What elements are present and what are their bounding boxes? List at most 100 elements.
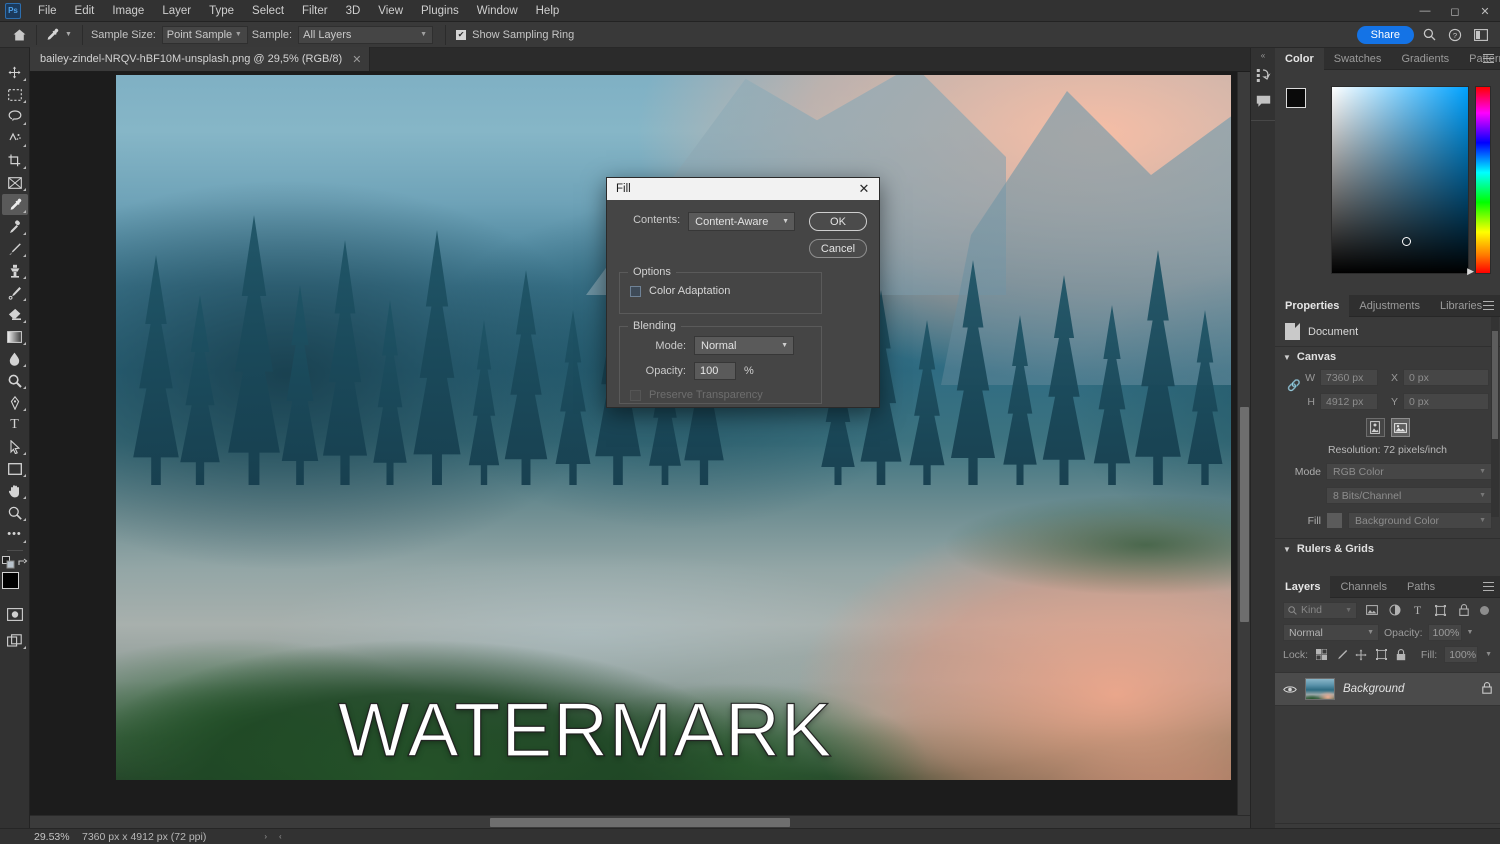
layer-name[interactable]: Background xyxy=(1343,683,1474,695)
move-tool[interactable] xyxy=(2,62,28,83)
history-brush-tool[interactable] xyxy=(2,282,28,303)
share-button[interactable]: Share xyxy=(1357,26,1414,44)
quick-mask-icon[interactable] xyxy=(2,604,28,625)
dodge-tool[interactable] xyxy=(2,370,28,391)
landscape-orientation-icon[interactable] xyxy=(1391,418,1410,437)
expand-panels-icon[interactable]: « xyxy=(1251,48,1275,62)
opacity-input[interactable]: 100 xyxy=(694,362,736,380)
swap-colors-icon[interactable] xyxy=(18,558,28,568)
rectangular-marquee-tool[interactable] xyxy=(2,84,28,105)
rulers-grids-section-header[interactable]: ▼ Rulers & Grids xyxy=(1275,538,1500,559)
shape-filter-icon[interactable] xyxy=(1432,602,1449,619)
tab-adjustments[interactable]: Adjustments xyxy=(1349,295,1430,317)
close-icon[interactable]: ✕ xyxy=(352,53,361,66)
hue-slider-handle[interactable]: ▶ xyxy=(1467,266,1474,277)
color-swatches[interactable] xyxy=(2,572,28,598)
status-expand-icon[interactable]: › xyxy=(264,832,267,841)
fill-dialog[interactable]: Fill ✕ Contents: Content-Aware ▼ OK Canc… xyxy=(606,177,880,408)
width-input[interactable]: 7360 px xyxy=(1320,369,1378,386)
menu-plugins[interactable]: Plugins xyxy=(412,2,468,20)
cancel-button[interactable]: Cancel xyxy=(809,239,867,258)
eyedropper-icon[interactable] xyxy=(41,24,63,46)
brush-tool[interactable] xyxy=(2,238,28,259)
filter-kind-select[interactable]: Kind ▼ xyxy=(1283,602,1357,619)
bit-depth-select[interactable]: 8 Bits/Channel ▼ xyxy=(1326,487,1492,504)
dialog-title-bar[interactable]: Fill ✕ xyxy=(607,178,879,200)
color-adaptation-checkbox[interactable]: Color Adaptation xyxy=(630,285,811,297)
color-mode-select[interactable]: RGB Color ▼ xyxy=(1326,463,1492,480)
tool-preset-chevron-down-icon[interactable]: ▼ xyxy=(63,31,78,38)
menu-window[interactable]: Window xyxy=(468,2,527,20)
sample-size-select[interactable]: Point Sample ▼ xyxy=(162,26,248,44)
color-field[interactable] xyxy=(1331,86,1469,274)
foreground-color-swatch[interactable] xyxy=(1286,88,1306,108)
adjustment-filter-icon[interactable] xyxy=(1386,602,1403,619)
tab-color[interactable]: Color xyxy=(1275,48,1324,70)
menu-file[interactable]: File xyxy=(29,2,66,20)
minimize-icon[interactable]: — xyxy=(1410,0,1440,22)
default-colors-icon[interactable] xyxy=(2,556,15,569)
path-selection-tool[interactable] xyxy=(2,436,28,457)
menu-help[interactable]: Help xyxy=(527,2,569,20)
eyedropper-tool[interactable] xyxy=(2,194,28,215)
menu-layer[interactable]: Layer xyxy=(153,2,200,20)
frame-tool[interactable] xyxy=(2,172,28,193)
type-filter-icon[interactable]: T xyxy=(1409,602,1426,619)
edit-toolbar-tool[interactable]: ••• xyxy=(2,524,28,545)
layer-row-background[interactable]: Background xyxy=(1275,672,1500,706)
show-sampling-ring-checkbox[interactable]: Show Sampling Ring xyxy=(456,29,574,41)
tab-gradients[interactable]: Gradients xyxy=(1391,48,1459,70)
y-input[interactable]: 0 px xyxy=(1403,393,1489,410)
home-icon[interactable] xyxy=(6,23,32,47)
layer-visibility-icon[interactable] xyxy=(1283,685,1297,694)
type-tool[interactable]: T xyxy=(2,414,28,435)
tab-layers[interactable]: Layers xyxy=(1275,576,1330,598)
canvas-horizontal-scrollbar[interactable] xyxy=(30,815,1250,828)
canvas-vertical-scrollbar[interactable]: ▼ xyxy=(1237,72,1250,828)
chevron-down-icon[interactable]: ▼ xyxy=(1467,629,1474,636)
tab-paths[interactable]: Paths xyxy=(1397,576,1445,598)
menu-3d[interactable]: 3D xyxy=(337,2,370,20)
object-selection-tool[interactable] xyxy=(2,128,28,149)
lock-image-pixels-icon[interactable] xyxy=(1335,648,1348,661)
blend-mode-select[interactable]: Normal ▼ xyxy=(694,336,794,355)
chevron-down-icon[interactable]: ▼ xyxy=(1485,651,1492,658)
scrollbar-thumb[interactable] xyxy=(490,818,790,827)
lock-all-icon[interactable] xyxy=(1395,648,1408,661)
ok-button[interactable]: OK xyxy=(809,212,867,231)
menu-type[interactable]: Type xyxy=(200,2,243,20)
rectangle-tool[interactable] xyxy=(2,458,28,479)
height-input[interactable]: 4912 px xyxy=(1320,393,1378,410)
scrollbar-thumb[interactable] xyxy=(1492,331,1498,439)
layer-fill-value[interactable]: 100% xyxy=(1444,646,1478,663)
menu-view[interactable]: View xyxy=(369,2,412,20)
lock-artboard-icon[interactable] xyxy=(1375,648,1388,661)
zoom-tool[interactable] xyxy=(2,502,28,523)
gradient-tool[interactable] xyxy=(2,326,28,347)
panel-menu-icon[interactable] xyxy=(1483,54,1494,63)
hand-tool[interactable] xyxy=(2,480,28,501)
tab-properties[interactable]: Properties xyxy=(1275,295,1349,317)
panel-menu-icon[interactable] xyxy=(1483,582,1494,591)
sample-select[interactable]: All Layers ▼ xyxy=(298,26,433,44)
spot-healing-brush-tool[interactable] xyxy=(2,216,28,237)
hue-slider[interactable] xyxy=(1475,86,1491,274)
history-icon[interactable] xyxy=(1251,62,1276,88)
pen-tool[interactable] xyxy=(2,392,28,413)
layer-locked-icon[interactable] xyxy=(1482,682,1492,697)
status-collapse-icon[interactable]: ‹ xyxy=(279,832,282,841)
tab-channels[interactable]: Channels xyxy=(1330,576,1396,598)
document-tab[interactable]: bailey-zindel-NRQV-hBF10M-unsplash.png @… xyxy=(30,47,370,71)
menu-image[interactable]: Image xyxy=(103,2,153,20)
menu-edit[interactable]: Edit xyxy=(66,2,104,20)
layer-thumbnail[interactable] xyxy=(1305,678,1335,700)
help-icon[interactable]: ? xyxy=(1444,24,1466,46)
foreground-color-swatch[interactable] xyxy=(2,572,19,589)
fill-color-swatch[interactable] xyxy=(1326,512,1343,529)
close-icon[interactable]: ✕ xyxy=(855,181,873,197)
pixel-filter-icon[interactable] xyxy=(1363,602,1380,619)
screen-mode-icon[interactable] xyxy=(2,630,28,651)
menu-filter[interactable]: Filter xyxy=(293,2,337,20)
clone-stamp-tool[interactable] xyxy=(2,260,28,281)
close-icon[interactable]: ✕ xyxy=(1470,0,1500,22)
